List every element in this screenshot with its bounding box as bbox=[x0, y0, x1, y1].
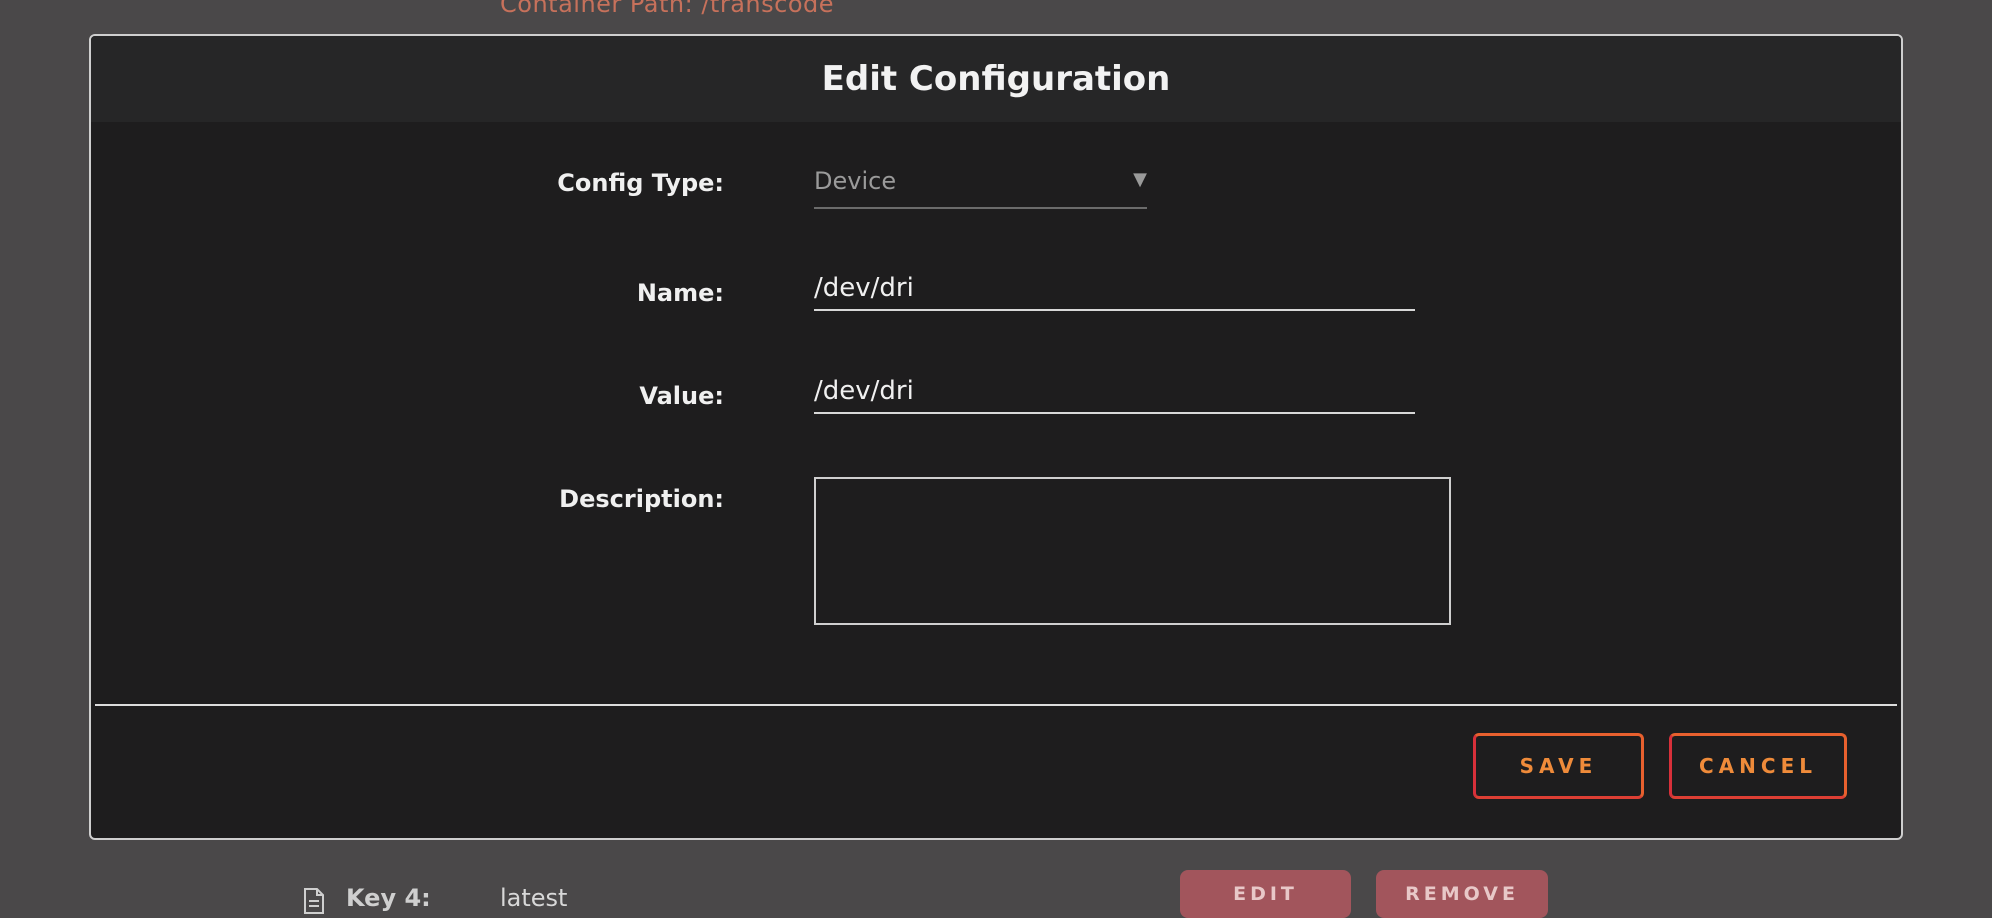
background-remove-button[interactable]: REMOVE bbox=[1376, 870, 1548, 918]
chevron-down-icon: ▼ bbox=[1133, 169, 1147, 190]
dialog-title: Edit Configuration bbox=[821, 59, 1171, 99]
background-config-row: Key 4: latest EDIT REMOVE bbox=[0, 870, 1992, 918]
edit-configuration-dialog: Edit Configuration Config Type: Device ▼… bbox=[89, 34, 1903, 840]
cancel-button[interactable]: CANCEL bbox=[1669, 733, 1847, 799]
config-type-select[interactable]: Device ▼ bbox=[814, 165, 1147, 209]
background-edit-button[interactable]: EDIT bbox=[1180, 870, 1351, 918]
value-input[interactable] bbox=[814, 370, 1415, 414]
description-textarea[interactable] bbox=[814, 477, 1451, 625]
config-type-label: Config Type: bbox=[557, 169, 724, 197]
background-container-path-text: Container Path: /transcode bbox=[500, 0, 835, 18]
dialog-header: Edit Configuration bbox=[91, 36, 1901, 122]
name-input[interactable] bbox=[814, 267, 1415, 311]
value-label: Value: bbox=[639, 382, 724, 410]
description-label: Description: bbox=[559, 485, 724, 513]
dialog-footer-divider bbox=[95, 704, 1897, 706]
document-icon bbox=[303, 888, 325, 914]
save-button[interactable]: SAVE bbox=[1473, 733, 1644, 799]
name-label: Name: bbox=[636, 279, 724, 307]
config-type-selected-value: Device bbox=[814, 167, 897, 195]
